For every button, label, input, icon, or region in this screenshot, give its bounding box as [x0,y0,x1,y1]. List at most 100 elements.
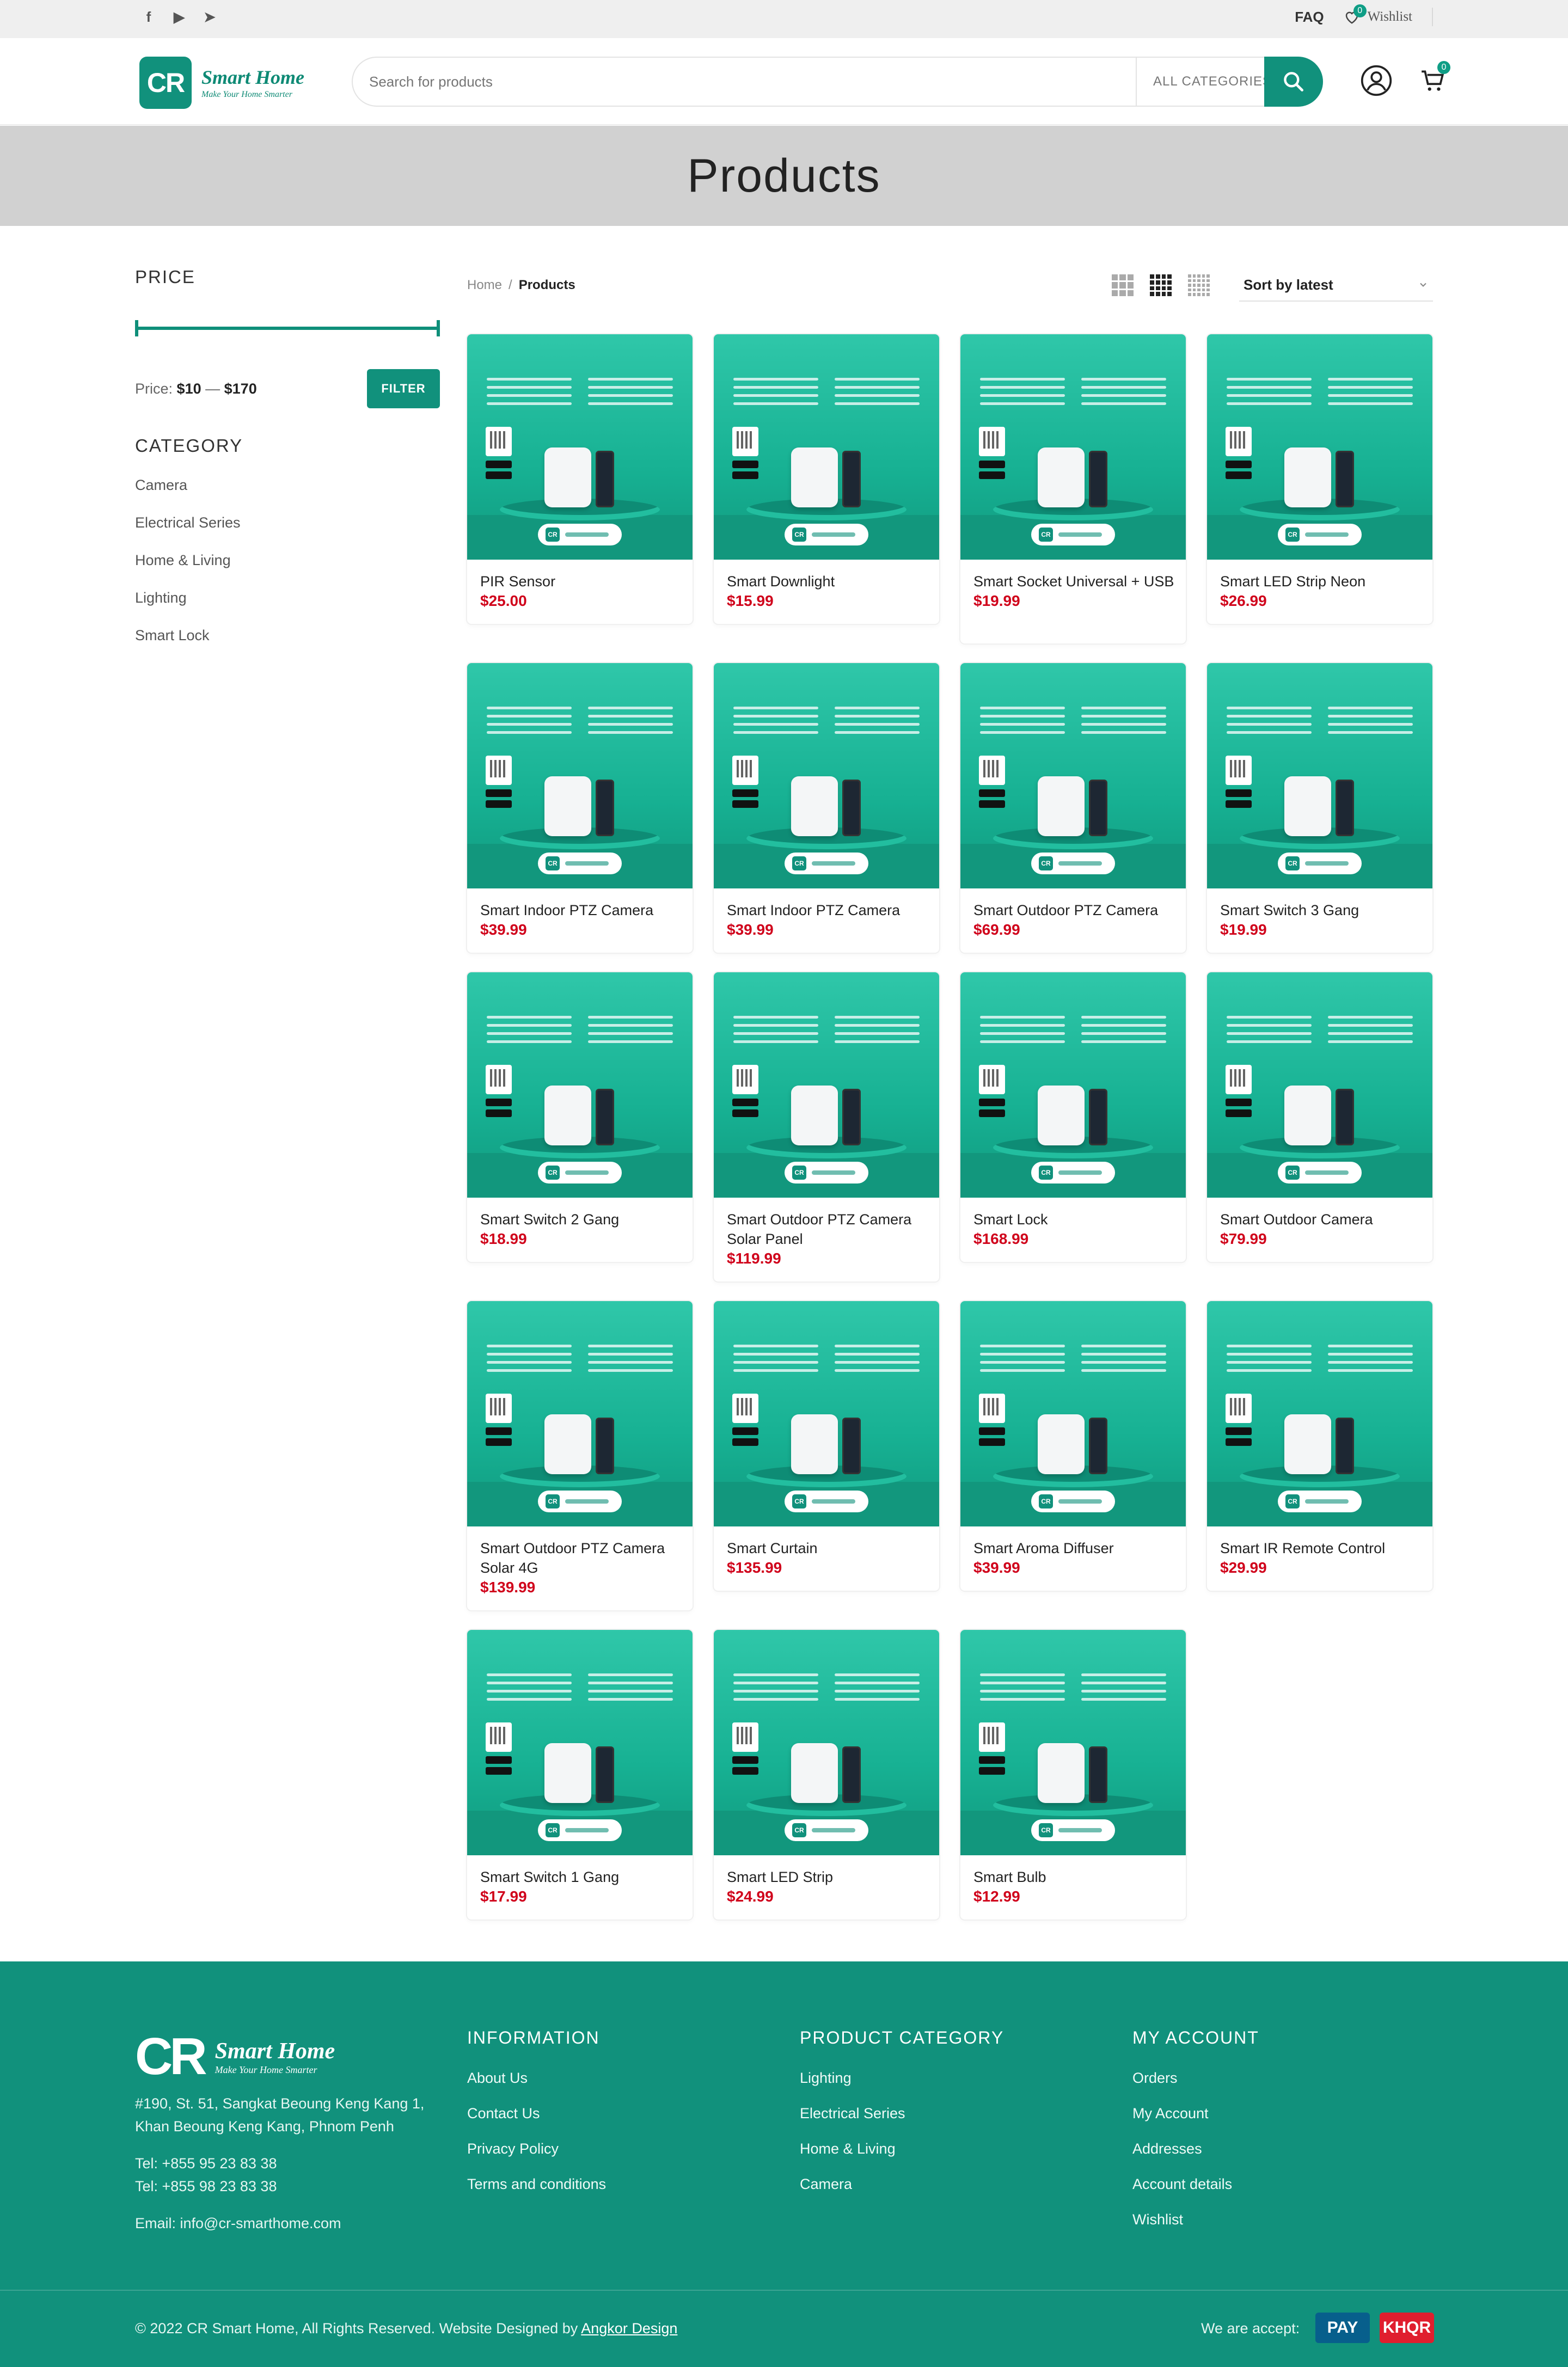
product-card[interactable]: Smart Outdoor PTZ Camera Solar 4G$139.99 [467,1301,693,1610]
product-name[interactable]: Smart Aroma Diffuser [973,1538,1175,1558]
product-name[interactable]: Smart Downlight [727,572,928,591]
footer-link[interactable]: Terms and conditions [467,2176,606,2193]
product-name[interactable]: Smart Indoor PTZ Camera [480,900,682,920]
product-image[interactable] [1207,972,1432,1198]
product-name[interactable]: Smart IR Remote Control [1220,1538,1422,1558]
product-name[interactable]: Smart Indoor PTZ Camera [727,900,928,920]
footer-link[interactable]: Addresses [1132,2141,1259,2157]
footer-link[interactable]: Wishlist [1132,2211,1259,2228]
footer-link[interactable]: Contact Us [467,2105,606,2122]
price-slider-min-handle[interactable] [135,320,138,336]
account-button[interactable] [1359,63,1394,98]
product-card[interactable]: Smart Aroma Diffuser$39.99 [960,1301,1186,1591]
product-card[interactable]: Smart Switch 3 Gang$19.99 [1207,663,1432,953]
price-slider-max-handle[interactable] [437,320,440,336]
designer-link[interactable]: Angkor Design [581,2320,677,2337]
product-image[interactable] [960,1301,1186,1526]
footer-link[interactable]: Electrical Series [800,2105,1004,2122]
product-card[interactable]: Smart Switch 1 Gang$17.99 [467,1630,693,1920]
sort-select[interactable]: Sort by latest [1239,272,1433,302]
footer-link[interactable]: My Account [1132,2105,1259,2122]
product-card[interactable]: Smart Switch 2 Gang$18.99 [467,972,693,1262]
product-image[interactable] [1207,334,1432,560]
product-image[interactable] [1207,663,1432,888]
facebook-icon[interactable]: f [140,9,157,25]
product-name[interactable]: Smart Lock [973,1210,1175,1229]
product-card[interactable]: Smart LED Strip$24.99 [714,1630,939,1920]
product-card[interactable]: Smart Bulb$12.99 [960,1630,1186,1920]
category-lighting[interactable]: Lighting [135,590,440,606]
wishlist-link[interactable]: 0 Wishlist [1344,4,1412,25]
product-card[interactable]: Smart Lock$168.99 [960,972,1186,1262]
product-image[interactable] [960,1630,1186,1855]
product-name[interactable]: PIR Sensor [480,572,682,591]
product-card[interactable]: Smart Outdoor PTZ Camera Solar Panel$119… [714,972,939,1281]
product-card[interactable]: Smart IR Remote Control$29.99 [1207,1301,1432,1591]
category-smart-lock[interactable]: Smart Lock [135,627,440,644]
product-image[interactable] [467,1301,693,1526]
filter-button[interactable]: FILTER [367,369,440,408]
product-card[interactable]: Smart Downlight$15.99 [714,334,939,624]
product-card[interactable]: Smart Outdoor PTZ Camera$69.99 [960,663,1186,953]
product-name[interactable]: Smart Switch 2 Gang [480,1210,682,1229]
site-logo[interactable]: CR Smart Home Make Your Home Smarter [139,57,304,109]
product-card[interactable]: PIR Sensor$25.00 [467,334,693,624]
product-image[interactable] [714,1301,939,1526]
product-name[interactable]: Smart Outdoor Camera [1220,1210,1422,1229]
category-electrical-series[interactable]: Electrical Series [135,514,440,531]
category-home-living[interactable]: Home & Living [135,552,440,569]
product-card[interactable]: Smart Socket Universal + USB$19.99 [960,334,1186,643]
footer-link[interactable]: Orders [1132,2070,1259,2087]
product-image[interactable] [467,972,693,1198]
product-name[interactable]: Smart Switch 1 Gang [480,1867,682,1887]
product-card[interactable]: Smart Indoor PTZ Camera$39.99 [714,663,939,953]
faq-link[interactable]: FAQ [1295,9,1324,26]
category-camera[interactable]: Camera [135,477,440,494]
product-image[interactable] [714,334,939,560]
product-card[interactable]: Smart Indoor PTZ Camera$39.99 [467,663,693,953]
product-image[interactable] [714,1630,939,1855]
cart-button[interactable]: 0 [1416,61,1450,98]
footer-link[interactable]: Lighting [800,2070,1004,2087]
product-name[interactable]: Smart LED Strip Neon [1220,572,1422,591]
product-name[interactable]: Smart Outdoor PTZ Camera Solar 4G [480,1538,682,1578]
footer-link[interactable]: Camera [800,2176,1004,2193]
search-button[interactable] [1264,57,1323,107]
payment-accept-label: We are accept: [1201,2320,1300,2337]
product-name[interactable]: Smart Curtain [727,1538,928,1558]
footer-link[interactable]: Account details [1132,2176,1259,2193]
product-name[interactable]: Smart Socket Universal + USB [973,572,1175,591]
product-card[interactable]: Smart LED Strip Neon$26.99 [1207,334,1432,624]
app-store-badge [979,789,1005,797]
price-slider[interactable] [135,320,440,336]
grid-4-icon[interactable] [1150,274,1172,296]
product-image[interactable] [714,663,939,888]
product-image[interactable] [960,663,1186,888]
product-image[interactable] [467,1630,693,1855]
product-image[interactable] [467,334,693,560]
product-device [1276,1075,1363,1145]
search-input[interactable] [369,65,1136,98]
product-image[interactable] [714,972,939,1198]
grid-3-icon[interactable] [1112,274,1134,296]
footer-logo[interactable]: CR Smart Home Make Your Home Smarter [135,2027,335,2087]
footer-link[interactable]: About Us [467,2070,606,2087]
footer-link[interactable]: Home & Living [800,2141,1004,2157]
breadcrumb-home[interactable]: Home [467,278,502,293]
product-name[interactable]: Smart Outdoor PTZ Camera Solar Panel [727,1210,928,1249]
grid-5-icon[interactable] [1188,274,1210,296]
product-image[interactable] [960,334,1186,560]
product-image[interactable] [1207,1301,1432,1526]
product-name[interactable]: Smart Bulb [973,1867,1175,1887]
product-image[interactable] [960,972,1186,1198]
youtube-icon[interactable]: ▶ [171,9,187,25]
product-image[interactable] [467,663,693,888]
product-card[interactable]: Smart Curtain$135.99 [714,1301,939,1591]
device-icon [1038,1086,1085,1145]
product-card[interactable]: Smart Outdoor Camera$79.99 [1207,972,1432,1262]
product-name[interactable]: Smart Outdoor PTZ Camera [973,900,1175,920]
telegram-icon[interactable]: ➤ [201,9,218,25]
footer-link[interactable]: Privacy Policy [467,2141,606,2157]
product-name[interactable]: Smart LED Strip [727,1867,928,1887]
product-name[interactable]: Smart Switch 3 Gang [1220,900,1422,920]
